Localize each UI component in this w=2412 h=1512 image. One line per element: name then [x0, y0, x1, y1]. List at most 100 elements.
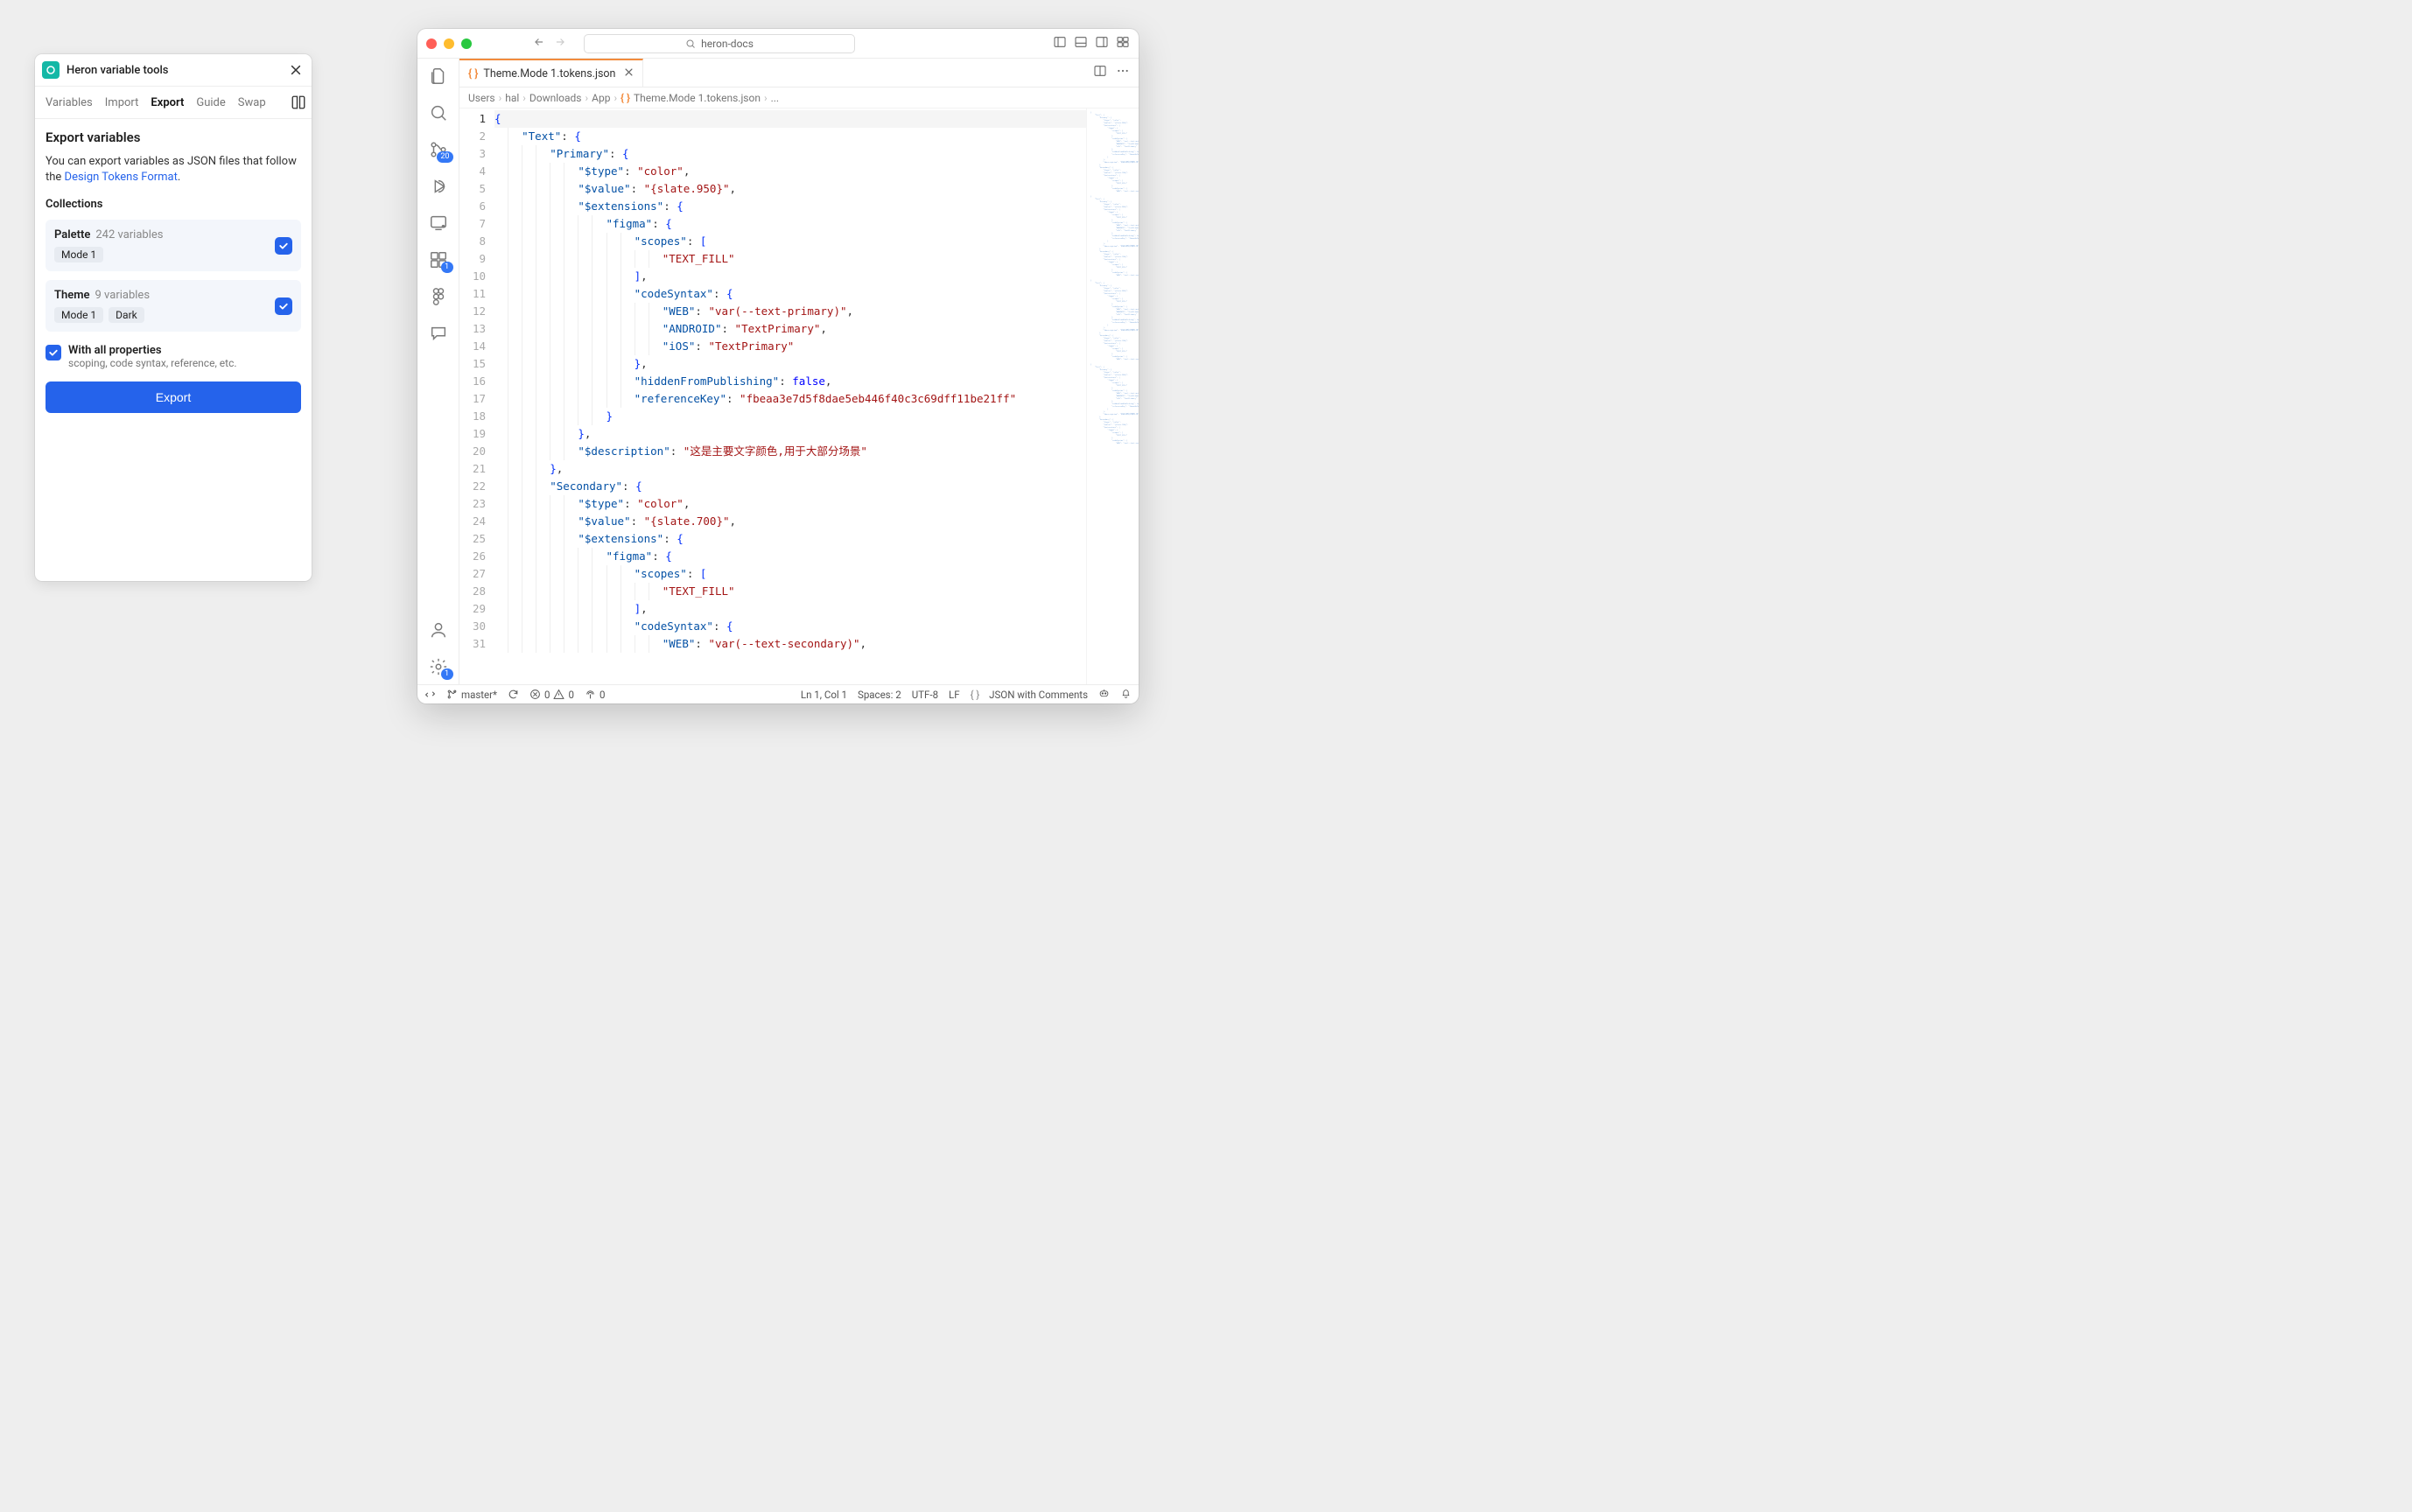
- extensions-icon[interactable]: 1: [428, 249, 449, 270]
- collection-theme[interactable]: Theme 9 variables Mode 1 Dark: [46, 280, 301, 332]
- run-debug-icon[interactable]: [428, 176, 449, 197]
- heron-plugin-panel: Heron variable tools Variables Import Ex…: [35, 54, 312, 581]
- nav-back-icon[interactable]: [533, 36, 545, 52]
- breadcrumb-segment[interactable]: Downloads: [529, 92, 582, 104]
- option-checkbox[interactable]: [46, 345, 61, 360]
- scm-badge: 20: [437, 151, 452, 163]
- docs-icon[interactable]: [291, 94, 306, 110]
- layout-customize-icon[interactable]: [1116, 35, 1130, 52]
- code-content[interactable]: { "Text": { "Primary": { "$type": "color…: [494, 108, 1139, 684]
- mode-chip[interactable]: Mode 1: [54, 247, 103, 262]
- minimap[interactable]: { "Text": { "Primary": { "$type": "color…: [1086, 108, 1139, 684]
- option-label: With all properties: [68, 344, 237, 357]
- panel-header: Heron variable tools: [35, 54, 312, 87]
- breadcrumb-segment[interactable]: Users: [468, 92, 495, 104]
- tab-close-icon[interactable]: [624, 67, 634, 80]
- comments-icon[interactable]: [428, 323, 449, 344]
- export-desc-suffix: .: [178, 171, 180, 184]
- export-heading: Export variables: [46, 130, 301, 145]
- export-button[interactable]: Export: [46, 382, 301, 413]
- search-text: heron-docs: [701, 38, 754, 50]
- design-tokens-link[interactable]: Design Tokens Format: [65, 171, 178, 184]
- copilot-icon[interactable]: [1098, 688, 1110, 702]
- heron-logo-icon: [42, 61, 60, 79]
- editor-tab[interactable]: { } Theme.Mode 1.tokens.json: [459, 59, 643, 87]
- mode-chip[interactable]: Mode 1: [54, 307, 103, 323]
- gear-badge: 1: [441, 668, 453, 680]
- json-file-icon: { }: [621, 92, 630, 104]
- option-sublabel: scoping, code syntax, reference, etc.: [68, 357, 237, 369]
- account-icon[interactable]: [428, 620, 449, 640]
- sync-icon[interactable]: [508, 689, 519, 700]
- layout-sidebar-right-icon[interactable]: [1095, 35, 1109, 52]
- json-file-icon: { }: [468, 67, 478, 80]
- indentation[interactable]: Spaces: 2: [858, 689, 901, 701]
- command-center[interactable]: heron-docs: [584, 34, 855, 53]
- git-branch[interactable]: master*: [446, 689, 497, 701]
- traffic-zoom[interactable]: [461, 38, 472, 49]
- layout-sidebar-left-icon[interactable]: [1053, 35, 1067, 52]
- encoding[interactable]: UTF-8: [912, 689, 938, 701]
- ports-count: 0: [599, 689, 605, 701]
- ports[interactable]: 0: [585, 689, 605, 701]
- editor-area: { } Theme.Mode 1.tokens.json Users› hal›…: [459, 59, 1139, 684]
- collections-label: Collections: [46, 198, 301, 211]
- panel-title: Heron variable tools: [67, 64, 282, 77]
- collection-count: 9 variables: [95, 289, 151, 302]
- traffic-close[interactable]: [426, 38, 437, 49]
- traffic-minimize[interactable]: [444, 38, 454, 49]
- eol[interactable]: LF: [949, 689, 960, 701]
- mode-chip[interactable]: Dark: [109, 307, 144, 323]
- layout-icons: [1053, 35, 1130, 52]
- status-bar: master* 0 0 0 Ln 1, Col 1 Spaces: 2 UTF-…: [417, 684, 1139, 704]
- collection-checkbox[interactable]: [275, 237, 292, 255]
- panel-body: Export variables You can export variable…: [35, 119, 312, 427]
- breadcrumb-segment[interactable]: Theme.Mode 1.tokens.json: [634, 92, 761, 104]
- collection-name: Palette: [54, 228, 90, 242]
- export-description: You can export variables as JSON files t…: [46, 154, 301, 186]
- tab-swap[interactable]: Swap: [238, 96, 266, 109]
- source-control-icon[interactable]: 20: [428, 139, 449, 160]
- layout-panel-icon[interactable]: [1074, 35, 1088, 52]
- split-editor-icon[interactable]: [1093, 64, 1107, 81]
- language-mode[interactable]: { } JSON with Comments: [971, 689, 1088, 701]
- activity-bar: 20 1 1: [417, 59, 459, 684]
- error-count: 0: [544, 689, 550, 701]
- collection-name: Theme: [54, 289, 90, 302]
- ext-badge: 1: [441, 262, 453, 273]
- tab-guide[interactable]: Guide: [196, 96, 225, 109]
- cursor-position[interactable]: Ln 1, Col 1: [801, 689, 847, 701]
- collection-checkbox[interactable]: [275, 298, 292, 315]
- remote-indicator[interactable]: [424, 689, 436, 700]
- notifications-icon[interactable]: [1120, 688, 1132, 702]
- traffic-lights: [426, 38, 472, 49]
- nav-forward-icon[interactable]: [554, 36, 566, 52]
- breadcrumb-segment[interactable]: App: [592, 92, 610, 104]
- collection-palette[interactable]: Palette 242 variables Mode 1: [46, 220, 301, 271]
- figma-icon[interactable]: [428, 286, 449, 307]
- panel-close-button[interactable]: [289, 63, 303, 77]
- code-editor[interactable]: 1234567891011121314151617181920212223242…: [459, 108, 1139, 684]
- nav-arrows: [533, 36, 566, 52]
- breadcrumb[interactable]: Users› hal› Downloads› App› { } Theme.Mo…: [459, 88, 1139, 108]
- breadcrumb-segment[interactable]: hal: [505, 92, 519, 104]
- line-numbers: 1234567891011121314151617181920212223242…: [459, 108, 494, 684]
- tab-variables[interactable]: Variables: [46, 96, 93, 109]
- tab-import[interactable]: Import: [105, 96, 139, 109]
- settings-gear-icon[interactable]: 1: [428, 656, 449, 677]
- remote-explorer-icon[interactable]: [428, 213, 449, 234]
- more-actions-icon[interactable]: [1116, 64, 1130, 81]
- branch-name: master*: [461, 689, 497, 701]
- titlebar: heron-docs: [417, 29, 1139, 59]
- option-all-properties[interactable]: With all properties scoping, code syntax…: [46, 340, 301, 369]
- breadcrumb-segment[interactable]: ...: [771, 92, 780, 104]
- editor-tabs: { } Theme.Mode 1.tokens.json: [459, 59, 1139, 88]
- warning-count: 0: [568, 689, 573, 701]
- collection-count: 242 variables: [95, 228, 163, 242]
- explorer-icon[interactable]: [428, 66, 449, 87]
- problems[interactable]: 0 0: [529, 689, 574, 701]
- panel-tabs: Variables Import Export Guide Swap: [35, 87, 312, 119]
- editor-tab-actions: [1084, 59, 1139, 87]
- search-icon[interactable]: [428, 102, 449, 123]
- tab-export[interactable]: Export: [151, 96, 184, 109]
